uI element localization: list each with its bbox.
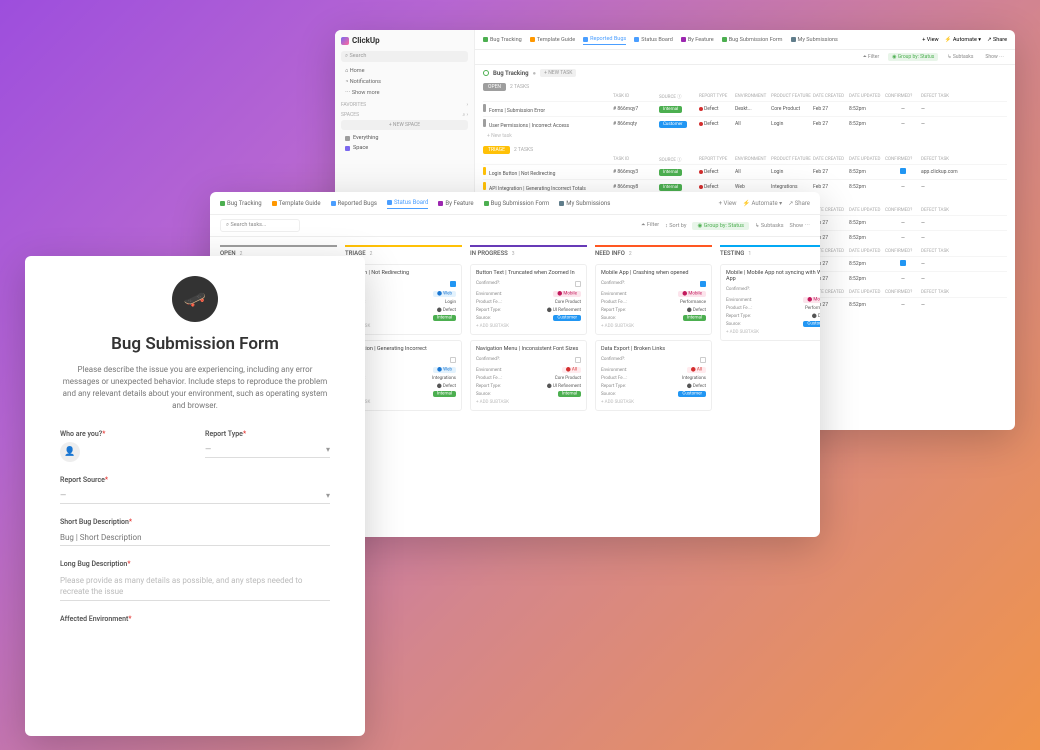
subtasks-button[interactable]: ↳ Subtasks <box>944 53 976 61</box>
kanban-column: TESTING1 Mobile | Mobile App not syncing… <box>720 245 820 416</box>
report-type-label: Report Type* <box>205 430 330 438</box>
task-row[interactable]: User Permissions | Incorrect Access# 866… <box>483 116 1007 131</box>
tab-status-board[interactable]: Status Board <box>387 197 428 209</box>
who-label: Who are you?* <box>60 430 185 438</box>
group-by-button[interactable]: ◉ Group by: Status <box>888 53 938 61</box>
board-toolbar: ⌕ Search tasks... ⏶ Filter ↕ Sort by ◉ G… <box>210 215 820 237</box>
form-description: Please describe the issue you are experi… <box>60 364 330 412</box>
column-header: NEED INFO2 <box>595 245 712 260</box>
kanban-card[interactable]: Mobile | Mobile App not syncing with Web… <box>720 264 820 341</box>
sort-button[interactable]: ↕ Sort by <box>665 223 686 229</box>
search-input[interactable]: ⌕ Search tasks... <box>220 219 300 232</box>
long-desc-input[interactable]: Please provide as many details as possib… <box>60 572 330 601</box>
show-button[interactable]: Show ⋯ <box>790 223 810 229</box>
add-view-button[interactable]: + View <box>922 37 938 43</box>
tab-by-feature[interactable]: By Feature <box>681 35 714 45</box>
view-tabs: Bug Tracking Template Guide Reported Bugs S… <box>475 30 1015 50</box>
share-button[interactable]: ↗ Share <box>987 37 1007 43</box>
filter-button[interactable]: ⏶ Filter <box>641 222 659 229</box>
column-header: IN PROGRESS3 <box>470 245 587 260</box>
status-group-header[interactable]: TRIAGE2 TASKS <box>483 144 1007 156</box>
long-desc-label: Long Bug Description* <box>60 560 330 568</box>
tab-reported-bugs[interactable]: Reported Bugs <box>583 34 626 45</box>
kanban-card[interactable]: Mobile App | Crashing when opened Confir… <box>595 264 712 335</box>
column-header: TESTING1 <box>720 245 820 260</box>
kanban-column: NEED INFO2 Mobile App | Crashing when op… <box>595 245 712 416</box>
bug-form-window: 🛹 Bug Submission Form Please describe th… <box>25 256 365 736</box>
automate-button[interactable]: ⚡ Automate ▾ <box>945 37 981 43</box>
filter-button[interactable]: ⏶ Filter <box>860 53 882 61</box>
kanban-card[interactable]: Navigation Menu | Inconsistent Font Size… <box>470 340 587 411</box>
kanban-card[interactable]: Data Export | Broken Links Confirmed?: E… <box>595 340 712 411</box>
automate-button[interactable]: ⚡ Automate ▾ <box>743 200 783 207</box>
app-logo: ClickUp <box>341 36 468 45</box>
report-source-label: Report Source* <box>60 476 330 484</box>
tab-my-submissions[interactable]: My Submissions <box>791 35 838 45</box>
tab-bug-submission-form[interactable]: Bug Submission Form <box>722 35 783 45</box>
space-item[interactable]: Everything <box>341 133 468 143</box>
subtasks-button[interactable]: ↳ Subtasks <box>755 223 784 229</box>
favorites-header: FAVORITES› <box>341 102 468 108</box>
tab-bug-submission-form[interactable]: Bug Submission Form <box>484 198 550 209</box>
form-title: Bug Submission Form <box>60 334 330 354</box>
tab-my-submissions[interactable]: My Submissions <box>559 198 610 209</box>
who-avatar-picker[interactable]: 👤 <box>60 442 80 462</box>
task-row[interactable]: Forms | Submission Error# 866mqy7Interna… <box>483 101 1007 116</box>
page-title: Bug Tracking <box>493 70 529 77</box>
short-desc-input[interactable] <box>60 530 330 546</box>
group-by-button[interactable]: ◉ Group by: Status <box>692 222 748 230</box>
space-item[interactable]: Space <box>341 143 468 153</box>
view-tabs: Bug Tracking Template Guide Reported Bugs S… <box>210 192 820 215</box>
tab-by-feature[interactable]: By Feature <box>438 198 473 209</box>
list-toolbar: ⏶ Filter ◉ Group by: Status ↳ Subtasks S… <box>475 50 1015 65</box>
kanban-card[interactable]: Button Text | Truncated when Zoomed In C… <box>470 264 587 335</box>
new-task-row[interactable]: + New task <box>483 131 1007 141</box>
tab-bug-tracking[interactable]: Bug Tracking <box>220 198 262 209</box>
status-group: OPEN2 TASKSTASK IDSOURCE ⓘREPORT TYPEENV… <box>483 81 1007 141</box>
tab-bug-tracking[interactable]: Bug Tracking <box>483 35 522 45</box>
breadcrumb: Bug Tracking ● + NEW TASK <box>475 65 1015 81</box>
report-type-select[interactable]: —▾ <box>205 442 330 458</box>
report-source-select[interactable]: —▾ <box>60 488 330 504</box>
add-view-button[interactable]: + View <box>719 200 737 207</box>
tab-status-board[interactable]: Status Board <box>634 35 673 45</box>
tab-template-guide[interactable]: Template Guide <box>272 198 321 209</box>
short-desc-label: Short Bug Description* <box>60 518 330 526</box>
env-label: Affected Environment* <box>60 615 330 623</box>
spaces-header: SPACES⌕ › <box>341 112 468 118</box>
nav-home[interactable]: ⌂ Home <box>341 66 468 76</box>
show-button[interactable]: Show ⋯ <box>982 53 1007 61</box>
new-space-button[interactable]: + NEW SPACE <box>341 120 468 130</box>
sidebar-search[interactable]: ⌕ Search <box>341 51 468 62</box>
nav-notifications[interactable]: ◔ Notifications <box>341 77 468 87</box>
share-button[interactable]: ↗ Share <box>788 200 810 207</box>
status-group-header[interactable]: OPEN2 TASKS <box>483 81 1007 93</box>
nav-show-more[interactable]: ⋯ Show more <box>341 88 468 98</box>
tab-reported-bugs[interactable]: Reported Bugs <box>331 198 377 209</box>
kanban-column: IN PROGRESS3 Button Text | Truncated whe… <box>470 245 587 416</box>
logo-icon <box>341 37 349 45</box>
task-row[interactable]: Login Button | Not Redirecting# 866mqy3I… <box>483 164 1007 179</box>
new-task-button[interactable]: + NEW TASK <box>540 69 576 77</box>
space-icon <box>483 70 489 76</box>
form-avatar: 🛹 <box>172 276 218 322</box>
tab-template-guide[interactable]: Template Guide <box>530 35 575 45</box>
